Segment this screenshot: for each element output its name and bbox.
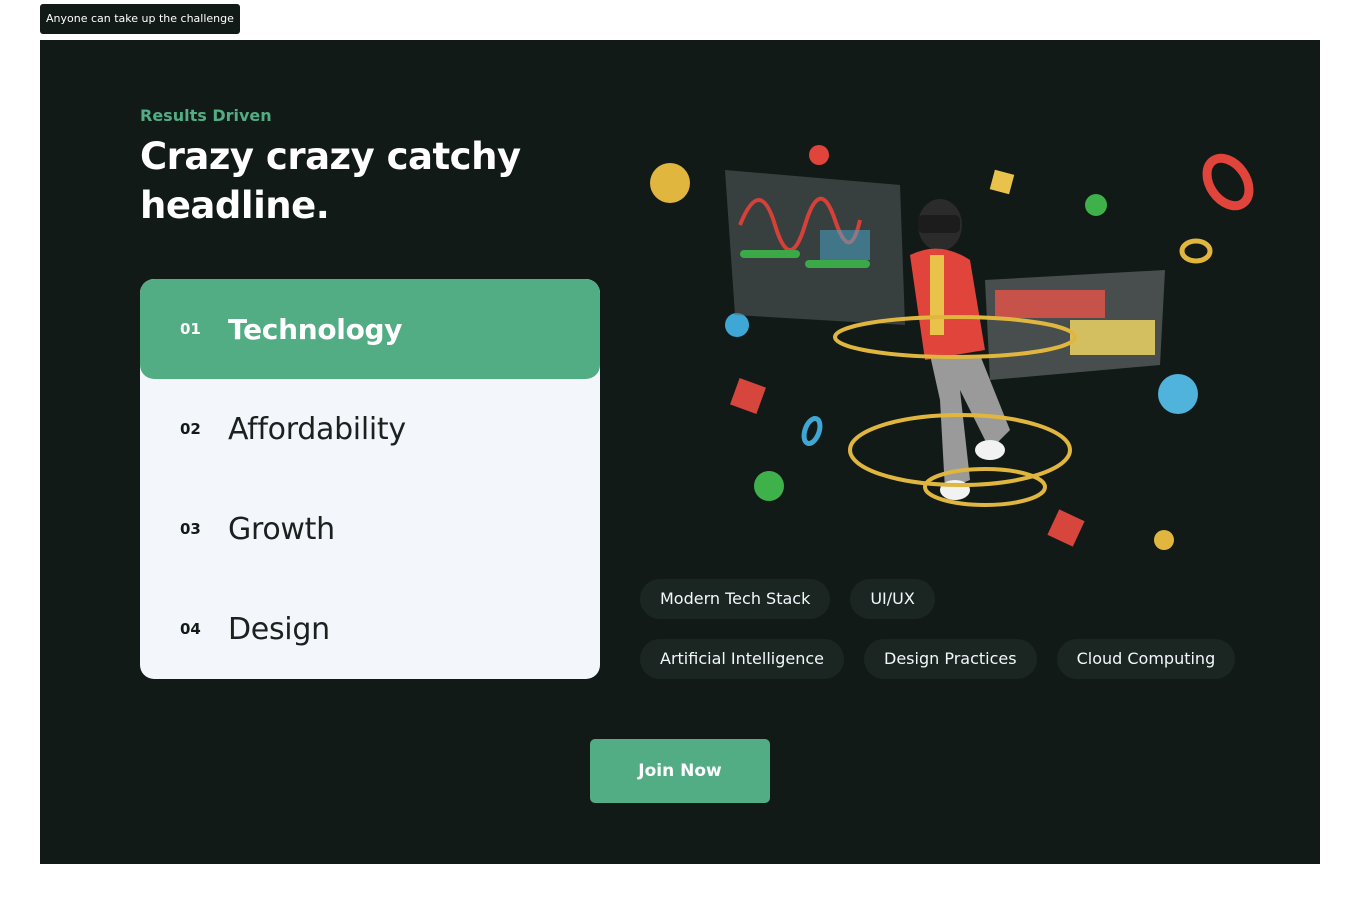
tab-design[interactable]: 04 Design	[140, 579, 600, 679]
tag-row-1: Modern Tech Stack UI/UX	[640, 579, 935, 619]
tag-pill[interactable]: UI/UX	[850, 579, 935, 619]
tab-label: Technology	[228, 312, 403, 346]
tab-number: 04	[180, 620, 201, 638]
tab-growth[interactable]: 03 Growth	[140, 479, 600, 579]
tag-pill[interactable]: Design Practices	[864, 639, 1037, 679]
challenge-banner: Anyone can take up the challenge	[40, 4, 240, 34]
page-title: Crazy crazy catchy headline.	[140, 135, 521, 227]
tag-pill[interactable]: Cloud Computing	[1056, 639, 1236, 679]
tab-number: 01	[180, 320, 201, 338]
tab-number: 03	[180, 520, 201, 538]
eyebrow: Results Driven	[140, 106, 272, 125]
hero-section: Results Driven Crazy crazy catchy headli…	[40, 40, 1320, 864]
join-now-button[interactable]: Join Now	[590, 739, 770, 803]
tab-label: Design	[228, 611, 330, 647]
tag-pill[interactable]: Artificial Intelligence	[640, 639, 844, 679]
tab-affordability[interactable]: 02 Affordability	[140, 379, 600, 479]
tab-label: Growth	[228, 511, 335, 547]
feature-tabs: 01 Technology 02 Affordability 03 Growth…	[140, 279, 600, 679]
tab-number: 02	[180, 420, 201, 438]
tag-row-2: Artificial Intelligence Design Practices…	[640, 639, 1236, 679]
tab-technology[interactable]: 01 Technology	[140, 279, 600, 379]
tab-label: Affordability	[228, 411, 406, 447]
vr-person-illustration	[650, 145, 1254, 550]
tag-pill[interactable]: Modern Tech Stack	[640, 579, 831, 619]
